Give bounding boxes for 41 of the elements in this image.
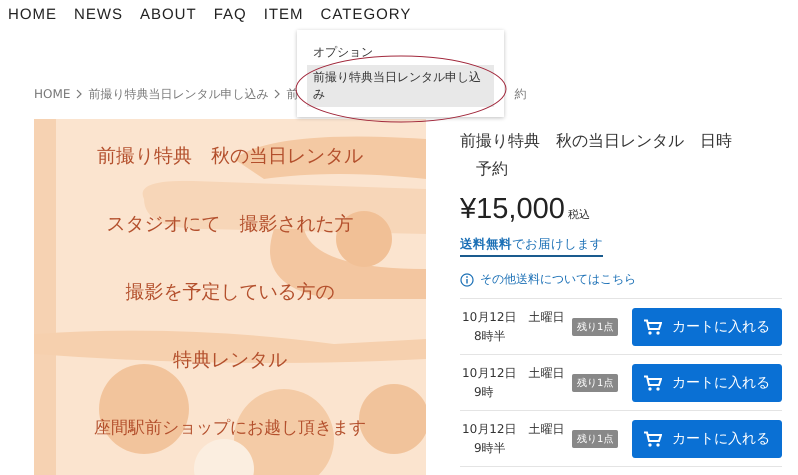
cart-icon [644,374,662,390]
banner-text: 特典レンタル [173,348,287,373]
nav-link[interactable]: ABOUT [140,6,197,30]
price: ¥15,000 [460,193,565,226]
product-title: 前撮り特典 秋の当日レンタル 日時 [460,130,732,152]
slot-time: 9時 [473,384,495,400]
slot-time: 8時半 [473,328,507,344]
menu-item[interactable]: オプション [307,40,494,65]
stock-badge: 残り1点 [572,374,618,392]
breadcrumb-link[interactable]: 前撮り特典当日レンタル申し込み [88,86,268,102]
nav-link[interactable]: CATEGORY [320,6,412,30]
banner-text: 座間駅前ショップにお越し頂きます [94,417,366,440]
cart-icon [644,430,662,446]
stock-badge: 残り1点 [572,318,618,336]
info-icon [460,272,474,286]
slot-date: 10月12日 土曜日 [462,420,566,438]
breadcrumb-link[interactable]: HOME [34,87,70,101]
stock-badge: 残り1点 [572,430,618,448]
nav-link[interactable]: FAQ [214,6,247,30]
add-to-cart-button[interactable]: カートに入れる [632,420,782,458]
shipping-note: 送料無料でお届けします [460,236,603,257]
shipping-info-link[interactable]: その他送料についてはこちら [480,271,636,288]
menu-item[interactable]: 前撮り特典当日レンタル申し込み [307,65,494,107]
slot-date: 10月12日 土曜日 [462,364,566,382]
banner-text: スタジオにて 撮影された方 [106,212,354,237]
breadcrumb-link[interactable]: 前 [286,86,298,102]
nav-link[interactable]: ITEM [264,6,304,30]
breadcrumb-text: 約 [514,86,526,102]
chevron-icon [76,89,82,99]
chevron-icon [274,89,280,99]
nav-link[interactable]: HOME [8,6,57,30]
nav-link[interactable]: NEWS [74,6,123,30]
add-to-cart-button[interactable]: カートに入れる [632,364,782,402]
banner-text: 前撮り特典 秋の当日レンタル [97,144,363,169]
banner-text: 撮影を予定している方の [126,280,334,305]
slot-date: 10月12日 土曜日 [462,308,566,326]
slot-time: 9時半 [473,440,507,456]
cart-icon [644,318,662,334]
tax-label: 税込 [568,207,590,222]
add-to-cart-button[interactable]: カートに入れる [632,308,782,346]
product-title: 予約 [475,158,508,180]
